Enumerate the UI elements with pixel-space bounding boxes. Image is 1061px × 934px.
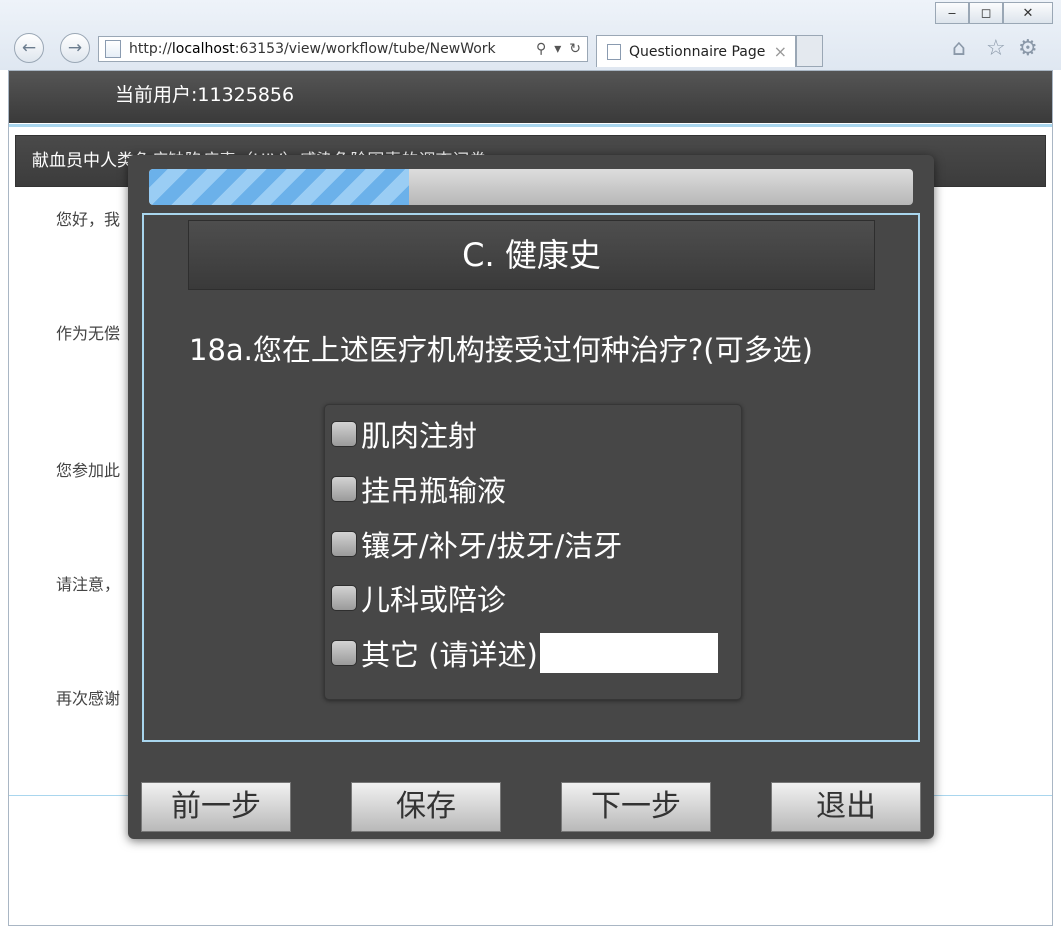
url-rest: :63153/view/workflow/tube/NewWork [234, 41, 496, 57]
option-label: 挂吊瓶输液 [361, 474, 507, 508]
section-title: C. 健康史 [188, 220, 875, 290]
address-url[interactable]: http://localhost:63153/view/workflow/tub… [129, 41, 536, 57]
back-button[interactable]: ← [14, 33, 44, 63]
header-divider [9, 124, 1052, 127]
new-tab-button[interactable] [796, 35, 823, 67]
progress-fill [149, 169, 409, 205]
maximize-button[interactable]: ◻ [969, 2, 1003, 24]
other-details-input[interactable] [539, 633, 718, 673]
forward-button[interactable]: → [60, 33, 90, 63]
checkbox[interactable] [331, 421, 357, 447]
current-user-bar: 当前用户:11325856 [9, 71, 1052, 123]
option-dental[interactable]: 镶牙/补牙/拔牙/洁牙 [331, 523, 622, 565]
home-icon[interactable]: ⌂ [952, 36, 966, 61]
next-button[interactable]: 下一步 [561, 782, 711, 832]
minimize-button[interactable]: ‒ [935, 2, 969, 24]
option-label: 肌肉注射 [361, 419, 478, 453]
tab-close-icon[interactable]: × [774, 42, 795, 61]
question-panel: C. 健康史 18a.您在上述医疗机构接受过何种治疗?(可多选) 肌肉注射 挂吊… [142, 213, 920, 742]
close-window-button[interactable]: ✕ [1003, 2, 1053, 24]
address-bar[interactable]: http://localhost:63153/view/workflow/tub… [98, 36, 588, 62]
question-text: 18a.您在上述医疗机构接受过何种治疗?(可多选) [189, 333, 813, 367]
search-icon[interactable]: ⚲ [536, 41, 546, 57]
option-muscle-injection[interactable]: 肌肉注射 [331, 413, 477, 455]
prev-button[interactable]: 前一步 [141, 782, 291, 832]
checkbox[interactable] [331, 585, 357, 611]
tab-title: Questionnaire Page [629, 43, 766, 60]
favorites-star-icon[interactable]: ☆ [986, 36, 1006, 61]
progress-bar [149, 169, 913, 205]
option-label: 其它 (请详述) [361, 638, 538, 672]
option-label: 镶牙/补牙/拔牙/洁牙 [361, 529, 623, 563]
tab-questionnaire[interactable]: Questionnaire Page × [596, 35, 796, 67]
url-prefix: http:// [129, 41, 172, 57]
window-controls: ‒ ◻ ✕ [935, 2, 1053, 24]
save-button[interactable]: 保存 [351, 782, 501, 832]
option-iv-infusion[interactable]: 挂吊瓶输液 [331, 468, 506, 510]
option-pediatrics[interactable]: 儿科或陪诊 [331, 577, 506, 619]
option-label: 儿科或陪诊 [361, 583, 507, 617]
refresh-icon[interactable]: ↻ [569, 41, 581, 57]
forward-arrow-icon: → [67, 38, 83, 58]
options-list: 肌肉注射 挂吊瓶输液 镶牙/补牙/拔牙/洁牙 儿科或陪诊 其它 (请详述) [324, 404, 742, 700]
questionnaire-modal: C. 健康史 18a.您在上述医疗机构接受过何种治疗?(可多选) 肌肉注射 挂吊… [128, 155, 934, 839]
page-icon [105, 40, 121, 58]
option-other[interactable]: 其它 (请详述) [331, 632, 718, 674]
tab-page-icon [607, 43, 621, 60]
current-user-label: 当前用户:11325856 [115, 84, 295, 106]
checkbox[interactable] [331, 476, 357, 502]
url-host: localhost [171, 41, 235, 57]
back-arrow-icon: ← [21, 38, 37, 58]
dropdown-icon[interactable]: ▾ [554, 41, 561, 57]
checkbox[interactable] [331, 640, 357, 666]
settings-gear-icon[interactable]: ⚙ [1018, 36, 1038, 61]
checkbox[interactable] [331, 531, 357, 557]
browser-chrome: ‒ ◻ ✕ ← → http://localhost:63153/view/wo… [0, 0, 1061, 70]
exit-button[interactable]: 退出 [771, 782, 921, 832]
